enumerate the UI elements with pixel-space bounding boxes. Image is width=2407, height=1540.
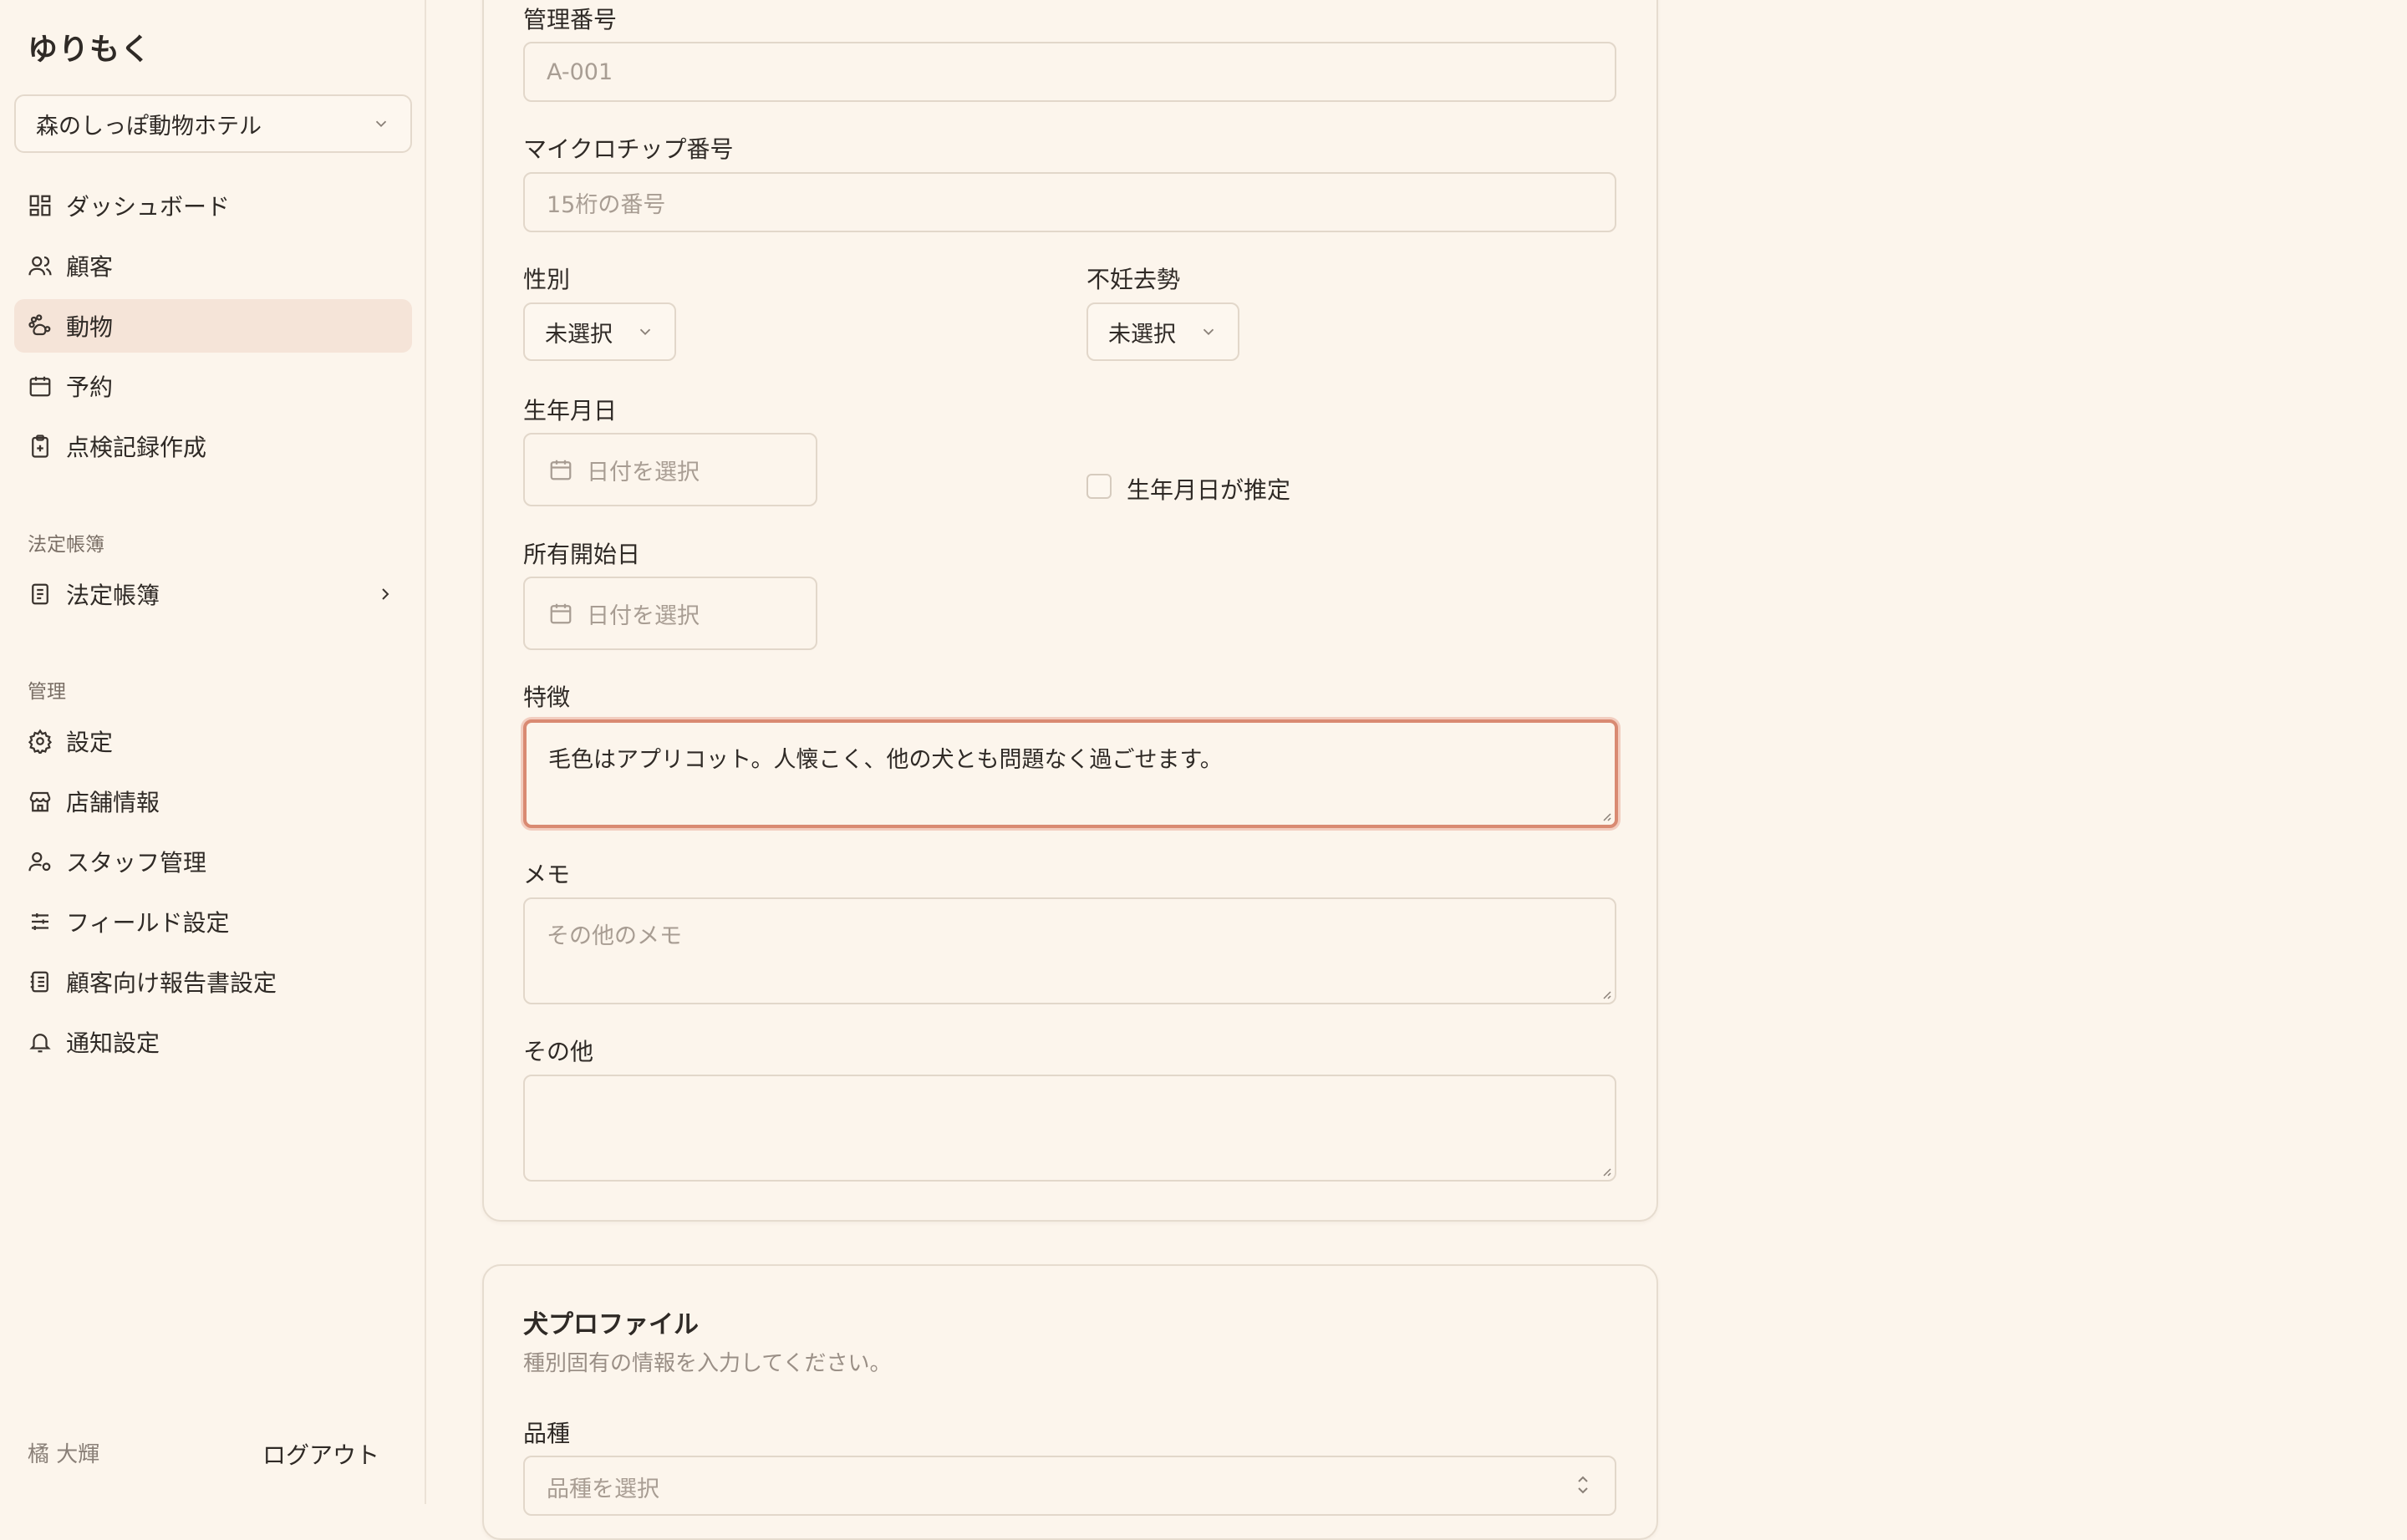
sidebar-item-label: 顧客 bbox=[66, 253, 114, 281]
dog-profile-title: 犬プロファイル bbox=[523, 1310, 699, 1339]
sidebar-item-reservations[interactable]: 予約 bbox=[14, 359, 412, 413]
microchip-input[interactable]: 15桁の番号 bbox=[523, 172, 1616, 232]
sliders-icon bbox=[32, 913, 48, 930]
breed-select[interactable]: 品種を選択 bbox=[523, 1456, 1616, 1516]
section-label-legal: 法定帳簿 bbox=[28, 534, 104, 556]
sidebar-item-inspection[interactable]: 点検記録作成 bbox=[14, 419, 412, 473]
sidebar-item-label: 設定 bbox=[66, 729, 114, 756]
features-textarea[interactable]: 毛色はアプリコット。人懐こく、他の犬とも問題なく過ごせます。 bbox=[523, 719, 1618, 828]
sidebar-item-field-settings[interactable]: フィールド設定 bbox=[14, 895, 412, 948]
other-textarea[interactable] bbox=[523, 1075, 1616, 1182]
chevron-down-icon bbox=[375, 120, 387, 128]
sidebar-item-label: 通知設定 bbox=[66, 1029, 160, 1057]
breed-label: 品種 bbox=[523, 1420, 571, 1447]
calendar-icon bbox=[550, 460, 572, 480]
sex-label: 性別 bbox=[523, 266, 571, 293]
birthdate-placeholder: 日付を選択 bbox=[587, 459, 700, 485]
store-icon bbox=[29, 791, 51, 812]
sidebar-item-staff[interactable]: スタッフ管理 bbox=[14, 835, 412, 888]
chevron-down-icon bbox=[1203, 328, 1214, 336]
neuter-select[interactable]: 未選択 bbox=[1086, 302, 1239, 361]
sidebar-item-dashboard[interactable]: ダッシュボード bbox=[14, 179, 412, 232]
report-icon bbox=[30, 971, 48, 993]
calendar-icon bbox=[29, 376, 51, 397]
memo-textarea[interactable]: その他のメモ bbox=[523, 897, 1616, 1004]
sidebar-item-label: 点検記録作成 bbox=[66, 434, 207, 461]
sex-select[interactable]: 未選択 bbox=[523, 302, 676, 361]
resize-handle-icon[interactable] bbox=[1600, 810, 1611, 821]
store-selector[interactable]: 森のしっぽ動物ホテル bbox=[14, 94, 412, 153]
bell-icon bbox=[29, 1034, 51, 1053]
birthdate-estimated-checkbox[interactable] bbox=[1086, 474, 1112, 499]
birthdate-picker[interactable]: 日付を選択 bbox=[523, 433, 817, 506]
chevron-right-icon bbox=[382, 588, 389, 600]
gear-icon bbox=[28, 729, 53, 754]
paw-icon bbox=[28, 314, 51, 336]
memo-placeholder: その他のメモ bbox=[547, 923, 682, 949]
sex-select-value: 未選択 bbox=[545, 321, 613, 348]
sidebar-item-legal-books[interactable]: 法定帳簿 bbox=[14, 567, 412, 621]
sidebar-item-notifications[interactable]: 通知設定 bbox=[14, 1015, 412, 1069]
sidebar-item-label: ダッシュボード bbox=[66, 193, 231, 221]
users-icon bbox=[28, 256, 52, 276]
sidebar-item-settings[interactable]: 設定 bbox=[14, 714, 412, 768]
logout-button[interactable]: ログアウト bbox=[262, 1437, 379, 1471]
ownership-start-placeholder: 日付を選択 bbox=[587, 602, 700, 629]
current-user-name: 橘 大輝 bbox=[28, 1442, 100, 1467]
book-icon bbox=[32, 583, 48, 605]
resize-handle-icon[interactable] bbox=[1600, 988, 1611, 999]
features-label: 特徴 bbox=[523, 684, 571, 711]
birthdate-label: 生年月日 bbox=[523, 397, 618, 424]
sidebar-item-animals[interactable]: 動物 bbox=[14, 299, 412, 353]
ownership-start-label: 所有開始日 bbox=[523, 541, 641, 568]
clipboard-icon bbox=[32, 435, 48, 458]
calendar-icon bbox=[550, 603, 572, 624]
section-label-admin: 管理 bbox=[28, 681, 66, 703]
neuter-select-value: 未選択 bbox=[1108, 321, 1176, 348]
chevron-down-icon bbox=[639, 328, 651, 336]
mgmt-number-input[interactable]: A-001 bbox=[523, 42, 1616, 102]
other-label: その他 bbox=[523, 1038, 594, 1065]
sidebar-item-label: フィールド設定 bbox=[66, 909, 230, 937]
breed-placeholder: 品種を選択 bbox=[547, 1476, 659, 1502]
sidebar-item-report-settings[interactable]: 顧客向け報告書設定 bbox=[14, 955, 412, 1009]
chevron-updown-icon bbox=[1578, 1476, 1588, 1494]
sidebar-item-label: 店舗情報 bbox=[66, 789, 160, 816]
sidebar-item-label: 動物 bbox=[66, 313, 114, 341]
microchip-label: マイクロチップ番号 bbox=[523, 135, 734, 163]
sidebar: ゆりもく 森のしっぽ動物ホテル ダッシュボード 顧客 動物 予約 点検記録作成 … bbox=[0, 0, 426, 1504]
ownership-start-picker[interactable]: 日付を選択 bbox=[523, 577, 817, 650]
dashboard-icon bbox=[29, 195, 51, 216]
neuter-label: 不妊去勢 bbox=[1086, 266, 1181, 293]
memo-label: メモ bbox=[523, 861, 571, 888]
dog-profile-subtitle: 種別固有の情報を入力してください。 bbox=[523, 1351, 892, 1376]
user-gear-icon bbox=[28, 851, 51, 872]
sidebar-item-store-info[interactable]: 店舗情報 bbox=[14, 775, 412, 828]
sidebar-item-label: スタッフ管理 bbox=[66, 849, 207, 877]
sidebar-item-customers[interactable]: 顧客 bbox=[14, 239, 412, 292]
mgmt-number-label: 管理番号 bbox=[523, 6, 618, 33]
birthdate-estimated-label: 生年月日が推定 bbox=[1127, 476, 1291, 504]
sidebar-item-label: 予約 bbox=[66, 374, 114, 401]
sidebar-item-label: 顧客向け報告書設定 bbox=[66, 969, 277, 997]
features-text: 毛色はアプリコット。人懐こく、他の犬とも問題なく過ごせます。 bbox=[548, 747, 1223, 773]
store-selector-label: 森のしっぽ動物ホテル bbox=[36, 113, 262, 140]
sidebar-item-label: 法定帳簿 bbox=[66, 582, 160, 609]
brand-logo: ゆりもく bbox=[28, 33, 152, 67]
resize-handle-icon[interactable] bbox=[1600, 1165, 1611, 1177]
